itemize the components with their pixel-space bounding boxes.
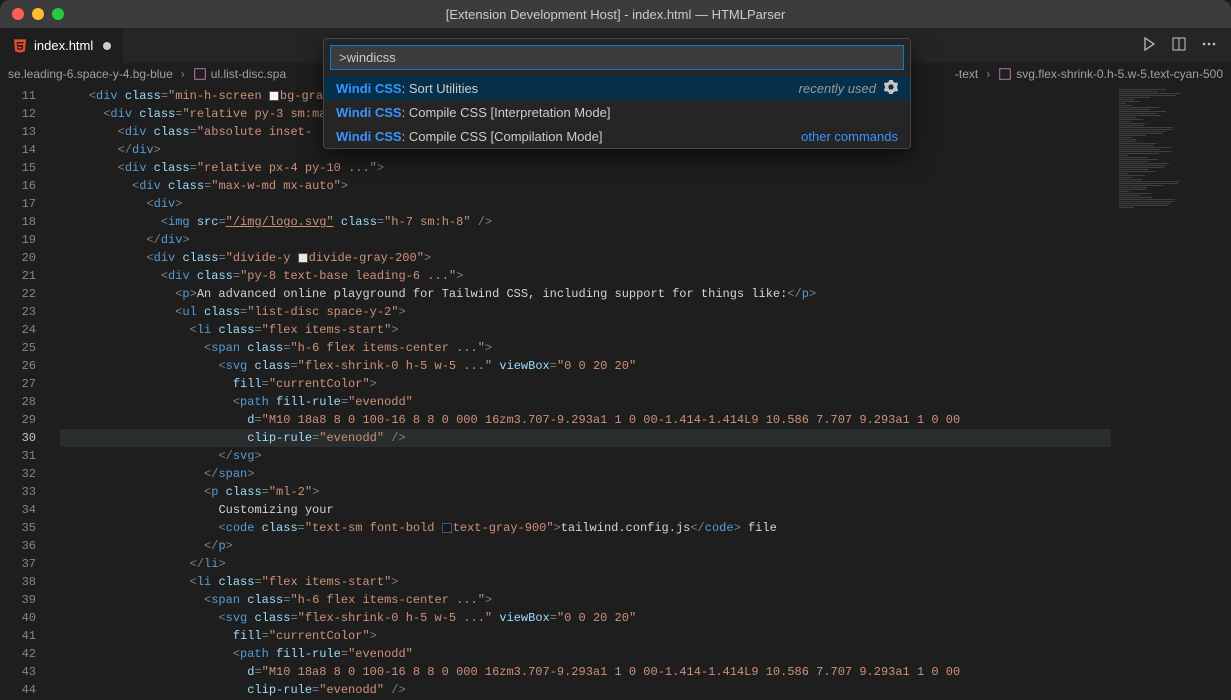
symbol-icon: [998, 67, 1012, 81]
line-number: 36: [0, 537, 60, 555]
code-line[interactable]: <span class="h-6 flex items-center ...">: [60, 591, 1111, 609]
line-number: 12: [0, 105, 60, 123]
line-number: 14: [0, 141, 60, 159]
code-line[interactable]: <li class="flex items-start">: [60, 573, 1111, 591]
line-number: 24: [0, 321, 60, 339]
code-line[interactable]: fill="currentColor">: [60, 627, 1111, 645]
code-line[interactable]: clip-rule="evenodd" />: [60, 429, 1111, 447]
chevron-right-icon: ›: [986, 67, 990, 81]
breadcrumb-segment[interactable]: svg.flex-shrink-0.h-5.w-5.text-cyan-500: [1016, 67, 1223, 81]
symbol-icon: [193, 67, 207, 81]
line-number: 15: [0, 159, 60, 177]
line-number: 11: [0, 87, 60, 105]
command-palette-input[interactable]: [330, 45, 904, 70]
line-number: 34: [0, 501, 60, 519]
command-palette-item[interactable]: Windi CSS: Sort Utilitiesrecently used: [324, 76, 910, 100]
code-line[interactable]: <p class="ml-2">: [60, 483, 1111, 501]
line-number: 38: [0, 573, 60, 591]
line-number: 16: [0, 177, 60, 195]
code-line[interactable]: clip-rule="evenodd" />: [60, 681, 1111, 699]
code-editor[interactable]: 1112131415161718192021222324252627282930…: [0, 85, 1231, 700]
code-line[interactable]: Customizing your: [60, 501, 1111, 519]
line-number: 31: [0, 447, 60, 465]
line-number: 40: [0, 609, 60, 627]
code-line[interactable]: <span class="h-6 flex items-center ...">: [60, 339, 1111, 357]
code-line[interactable]: d="M10 18a8 8 0 100-16 8 8 0 000 16zm3.7…: [60, 411, 1111, 429]
code-line[interactable]: <div class="max-w-md mx-auto">: [60, 177, 1111, 195]
line-number: 42: [0, 645, 60, 663]
line-number: 21: [0, 267, 60, 285]
line-number: 25: [0, 339, 60, 357]
breadcrumb-segment[interactable]: -text: [955, 67, 978, 81]
line-number: 13: [0, 123, 60, 141]
run-icon[interactable]: [1141, 36, 1157, 55]
line-number: 33: [0, 483, 60, 501]
line-number: 29: [0, 411, 60, 429]
line-number: 26: [0, 357, 60, 375]
code-line[interactable]: </div>: [60, 231, 1111, 249]
code-line[interactable]: <path fill-rule="evenodd": [60, 645, 1111, 663]
code-line[interactable]: <p>An advanced online playground for Tai…: [60, 285, 1111, 303]
code-line[interactable]: <div>: [60, 195, 1111, 213]
line-number: 44: [0, 681, 60, 699]
code-line[interactable]: <ul class="list-disc space-y-2">: [60, 303, 1111, 321]
breadcrumb-segment[interactable]: se.leading-6.space-y-4.bg-blue: [8, 67, 173, 81]
line-number: 30: [0, 429, 60, 447]
code-line[interactable]: <svg class="flex-shrink-0 h-5 w-5 ..." v…: [60, 357, 1111, 375]
tab-dirty-indicator-icon: [103, 42, 111, 50]
line-number: 18: [0, 213, 60, 231]
code-line[interactable]: <img src="/img/logo.svg" class="h-7 sm:h…: [60, 213, 1111, 231]
split-editor-icon[interactable]: [1171, 36, 1187, 55]
line-number-gutter: 1112131415161718192021222324252627282930…: [0, 85, 60, 700]
gear-icon[interactable]: [884, 80, 898, 97]
line-number: 20: [0, 249, 60, 267]
code-line[interactable]: </svg>: [60, 447, 1111, 465]
code-line[interactable]: <div class="py-8 text-base leading-6 ...…: [60, 267, 1111, 285]
close-icon[interactable]: [12, 8, 24, 20]
more-actions-icon[interactable]: [1201, 36, 1217, 55]
code-line[interactable]: <svg class="flex-shrink-0 h-5 w-5 ..." v…: [60, 609, 1111, 627]
minimap[interactable]: [1111, 85, 1231, 700]
code-line[interactable]: <path fill-rule="evenodd": [60, 393, 1111, 411]
tab-filename: index.html: [34, 38, 93, 53]
breadcrumb-segment[interactable]: ul.list-disc.spa: [211, 67, 286, 81]
line-number: 35: [0, 519, 60, 537]
line-number: 43: [0, 663, 60, 681]
line-number: 19: [0, 231, 60, 249]
line-number: 23: [0, 303, 60, 321]
code-line[interactable]: </p>: [60, 537, 1111, 555]
line-number: 27: [0, 375, 60, 393]
minimize-icon[interactable]: [32, 8, 44, 20]
line-number: 41: [0, 627, 60, 645]
command-palette: Windi CSS: Sort Utilitiesrecently usedWi…: [323, 38, 911, 149]
code-line[interactable]: </span>: [60, 465, 1111, 483]
code-line[interactable]: <div class="divide-y divide-gray-200">: [60, 249, 1111, 267]
code-line[interactable]: <div class="relative px-4 py-10 ...">: [60, 159, 1111, 177]
command-palette-item[interactable]: Windi CSS: Compile CSS [Compilation Mode…: [324, 124, 910, 148]
tab-index-html[interactable]: index.html: [0, 28, 124, 63]
line-number: 17: [0, 195, 60, 213]
code-line[interactable]: d="M10 18a8 8 0 100-16 8 8 0 000 16zm3.7…: [60, 663, 1111, 681]
window-title: [Extension Development Host] - index.htm…: [446, 7, 786, 22]
line-number: 22: [0, 285, 60, 303]
code-line[interactable]: fill="currentColor">: [60, 375, 1111, 393]
titlebar: [Extension Development Host] - index.htm…: [0, 0, 1231, 28]
code-line[interactable]: <li class="flex items-start">: [60, 321, 1111, 339]
html-file-icon: [12, 38, 28, 54]
code-line[interactable]: <code class="text-sm font-bold text-gray…: [60, 519, 1111, 537]
line-number: 32: [0, 465, 60, 483]
command-palette-item[interactable]: Windi CSS: Compile CSS [Interpretation M…: [324, 100, 910, 124]
line-number: 28: [0, 393, 60, 411]
maximize-icon[interactable]: [52, 8, 64, 20]
line-number: 39: [0, 591, 60, 609]
chevron-right-icon: ›: [181, 67, 185, 81]
line-number: 37: [0, 555, 60, 573]
code-content[interactable]: <div class="min-h-screen bg-gray- <div c…: [60, 85, 1111, 700]
code-line[interactable]: </li>: [60, 555, 1111, 573]
